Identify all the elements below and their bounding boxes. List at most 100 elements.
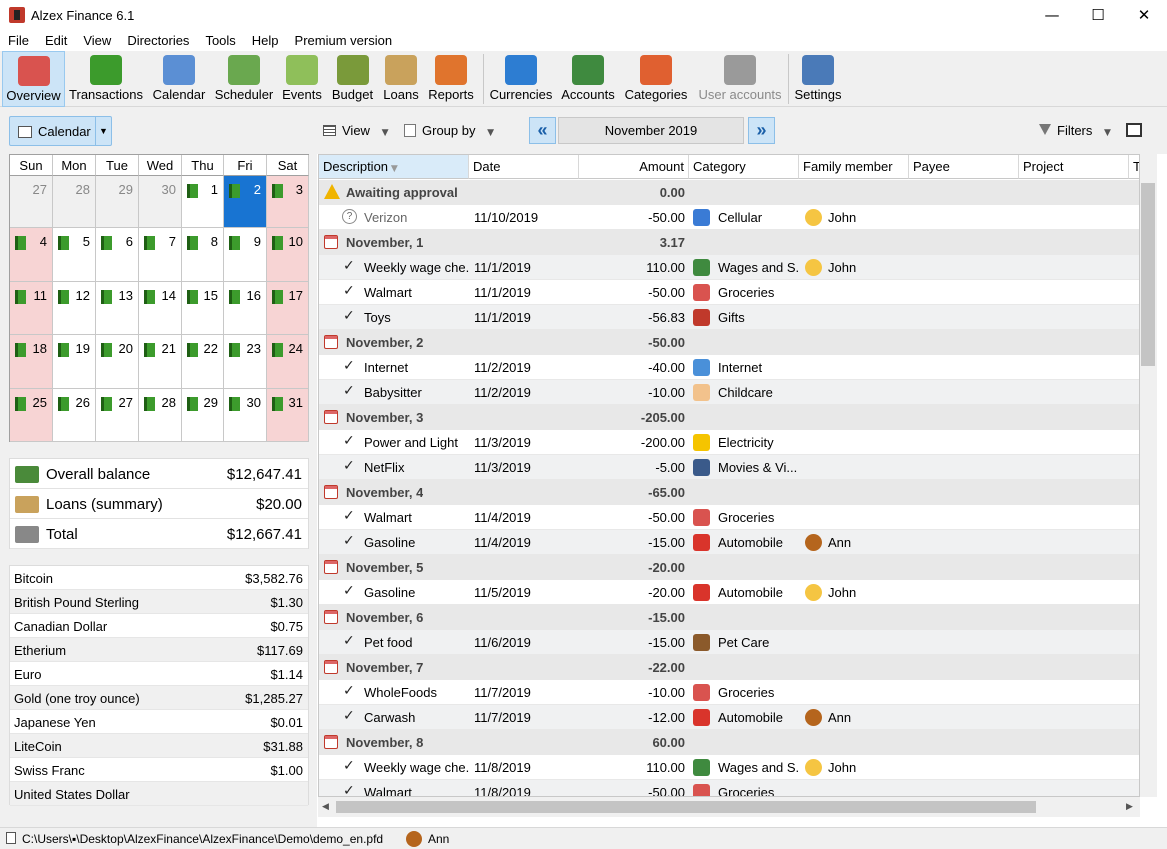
calendar-day-cell[interactable]: 29: [96, 176, 139, 228]
transaction-row[interactable]: ✓ Power and Light 11/3/2019 -200.00 Electric…: [319, 430, 1139, 455]
next-month-button[interactable]: »: [748, 117, 775, 144]
currency-row[interactable]: Etherium $117.69: [10, 638, 308, 662]
transaction-row[interactable]: ✓ Pet food 11/6/2019 -15.00 Pet Care: [319, 630, 1139, 655]
calendar-day-cell[interactable]: 9: [224, 228, 267, 282]
calendar-day-cell[interactable]: 22: [182, 335, 224, 389]
toolbar-budget-button[interactable]: Budget: [327, 51, 378, 107]
currency-row[interactable]: Canadian Dollar $0.75: [10, 614, 308, 638]
group-row[interactable]: November, 2 -50.00: [319, 330, 1139, 355]
menu-tools[interactable]: Tools: [197, 31, 243, 48]
transaction-row[interactable]: ✓ Toys 11/1/2019 -56.83 Gifts: [319, 305, 1139, 330]
transaction-row[interactable]: ✓ Weekly wage che... 11/1/2019 110.00 Wages …: [319, 255, 1139, 280]
scroll-right-icon[interactable]: ▶: [1126, 802, 1133, 812]
vertical-scrollbar[interactable]: [1140, 154, 1157, 797]
calendar-day-cell[interactable]: 28: [53, 176, 96, 228]
group-row[interactable]: November, 8 60.00: [319, 730, 1139, 755]
toolbar-loans-button[interactable]: Loans: [379, 51, 423, 107]
filters-button[interactable]: Filters ▼: [1039, 123, 1111, 138]
transaction-row[interactable]: ✓ Carwash 11/7/2019 -12.00 Automobile Ann: [319, 705, 1139, 730]
group-by-button[interactable]: Group by ▼: [404, 123, 494, 138]
currency-row[interactable]: British Pound Sterling $1.30: [10, 590, 308, 614]
scroll-left-icon[interactable]: ◀: [322, 802, 329, 812]
transaction-row[interactable]: ✓ NetFlix 11/3/2019 -5.00 Movies & Vi...: [319, 455, 1139, 480]
transaction-row[interactable]: ✓ Walmart 11/4/2019 -50.00 Groceries: [319, 505, 1139, 530]
currency-row[interactable]: Euro $1.14: [10, 662, 308, 686]
calendar-day-cell[interactable]: 5: [53, 228, 96, 282]
column-header-amount[interactable]: Amount: [579, 155, 689, 179]
calendar-day-cell[interactable]: 6: [96, 228, 139, 282]
minimize-button[interactable]: —: [1029, 0, 1075, 31]
calendar-day-cell[interactable]: 10: [267, 228, 309, 282]
calendar-day-cell[interactable]: 27: [96, 389, 139, 442]
calendar-day-cell[interactable]: 4: [10, 228, 53, 282]
currency-row[interactable]: Japanese Yen $0.01: [10, 710, 308, 734]
menu-file[interactable]: File: [0, 31, 37, 48]
horizontal-scrollbar[interactable]: ◀ ▶: [318, 797, 1140, 817]
calendar-day-cell[interactable]: 1: [182, 176, 224, 228]
calendar-day-cell[interactable]: 23: [224, 335, 267, 389]
previous-month-button[interactable]: «: [529, 117, 556, 144]
calendar-day-cell[interactable]: 14: [139, 282, 182, 335]
transaction-row[interactable]: ✓ Weekly wage che... 11/8/2019 110.00 Wages …: [319, 755, 1139, 780]
calendar-day-cell[interactable]: 31: [267, 389, 309, 442]
calendar-day-cell[interactable]: 2: [224, 176, 267, 228]
group-row[interactable]: November, 6 -15.00: [319, 605, 1139, 630]
currency-row[interactable]: Bitcoin $3,582.76: [10, 566, 308, 590]
transaction-row[interactable]: ✓ Gasoline 11/5/2019 -20.00 Automobile John: [319, 580, 1139, 605]
calendar-day-cell[interactable]: 19: [53, 335, 96, 389]
toolbar-accounts-button[interactable]: Accounts: [558, 51, 618, 107]
calendar-day-cell[interactable]: 28: [139, 389, 182, 442]
group-row[interactable]: November, 4 -65.00: [319, 480, 1139, 505]
menu-directories[interactable]: Directories: [119, 31, 197, 48]
column-header-family-member[interactable]: Family member: [799, 155, 909, 179]
column-header-description[interactable]: Description ▼: [319, 155, 469, 179]
calendar-day-cell[interactable]: 25: [10, 389, 53, 442]
calendar-day-cell[interactable]: 29: [182, 389, 224, 442]
calendar-day-cell[interactable]: 30: [224, 389, 267, 442]
calendar-view-button[interactable]: Calendar ▼: [9, 116, 112, 146]
calendar-day-cell[interactable]: 16: [224, 282, 267, 335]
group-row[interactable]: November, 7 -22.00: [319, 655, 1139, 680]
toolbar-reports-button[interactable]: Reports: [424, 51, 478, 107]
column-header-project[interactable]: Project: [1019, 155, 1129, 179]
toolbar-categories-button[interactable]: Categories: [621, 51, 691, 107]
view-button[interactable]: View ▼: [323, 123, 389, 138]
column-header-category[interactable]: Category: [689, 155, 799, 179]
toolbar-currencies-button[interactable]: Currencies: [487, 51, 555, 107]
close-button[interactable]: ✕: [1121, 0, 1167, 31]
calendar-day-cell[interactable]: 11: [10, 282, 53, 335]
menu-edit[interactable]: Edit: [37, 31, 75, 48]
transaction-row[interactable]: ? Verizon 11/10/2019 -50.00 Cellular John: [319, 205, 1139, 230]
toolbar-transactions-button[interactable]: Transactions: [67, 51, 145, 107]
toolbar-overview-button[interactable]: Overview: [2, 51, 65, 107]
calendar-day-cell[interactable]: 20: [96, 335, 139, 389]
transaction-row[interactable]: ✓ Gasoline 11/4/2019 -15.00 Automobile Ann: [319, 530, 1139, 555]
calendar-day-cell[interactable]: 15: [182, 282, 224, 335]
chevron-down-icon[interactable]: ▼: [95, 117, 111, 145]
calendar-day-cell[interactable]: 30: [139, 176, 182, 228]
calendar-day-cell[interactable]: 8: [182, 228, 224, 282]
calendar-day-cell[interactable]: 12: [53, 282, 96, 335]
group-row[interactable]: November, 1 3.17: [319, 230, 1139, 255]
calendar-day-cell[interactable]: 27: [10, 176, 53, 228]
transaction-row[interactable]: ✓ WholeFoods 11/7/2019 -10.00 Groceries: [319, 680, 1139, 705]
column-header-payee[interactable]: Payee: [909, 155, 1019, 179]
toolbar-events-button[interactable]: Events: [279, 51, 325, 107]
calendar-day-cell[interactable]: 21: [139, 335, 182, 389]
menu-premium-version[interactable]: Premium version: [287, 31, 401, 48]
group-row[interactable]: November, 5 -20.00: [319, 555, 1139, 580]
calendar-day-cell[interactable]: 24: [267, 335, 309, 389]
scroll-thumb[interactable]: [336, 801, 1036, 813]
calendar-day-cell[interactable]: 26: [53, 389, 96, 442]
transaction-row[interactable]: ✓ Babysitter 11/2/2019 -10.00 Childcare: [319, 380, 1139, 405]
toolbar-user-accounts-button[interactable]: User accounts: [696, 51, 784, 107]
transaction-row[interactable]: ✓ Internet 11/2/2019 -40.00 Internet: [319, 355, 1139, 380]
calendar-day-cell[interactable]: 3: [267, 176, 309, 228]
currency-row[interactable]: United States Dollar: [10, 782, 308, 806]
currency-row[interactable]: Gold (one troy ounce) $1,285.27: [10, 686, 308, 710]
toolbar-calendar-button[interactable]: Calendar: [148, 51, 210, 107]
menu-view[interactable]: View: [75, 31, 119, 48]
group-row[interactable]: Awaiting approval 0.00: [319, 180, 1139, 205]
currency-row[interactable]: LiteCoin $31.88: [10, 734, 308, 758]
menu-help[interactable]: Help: [244, 31, 287, 48]
